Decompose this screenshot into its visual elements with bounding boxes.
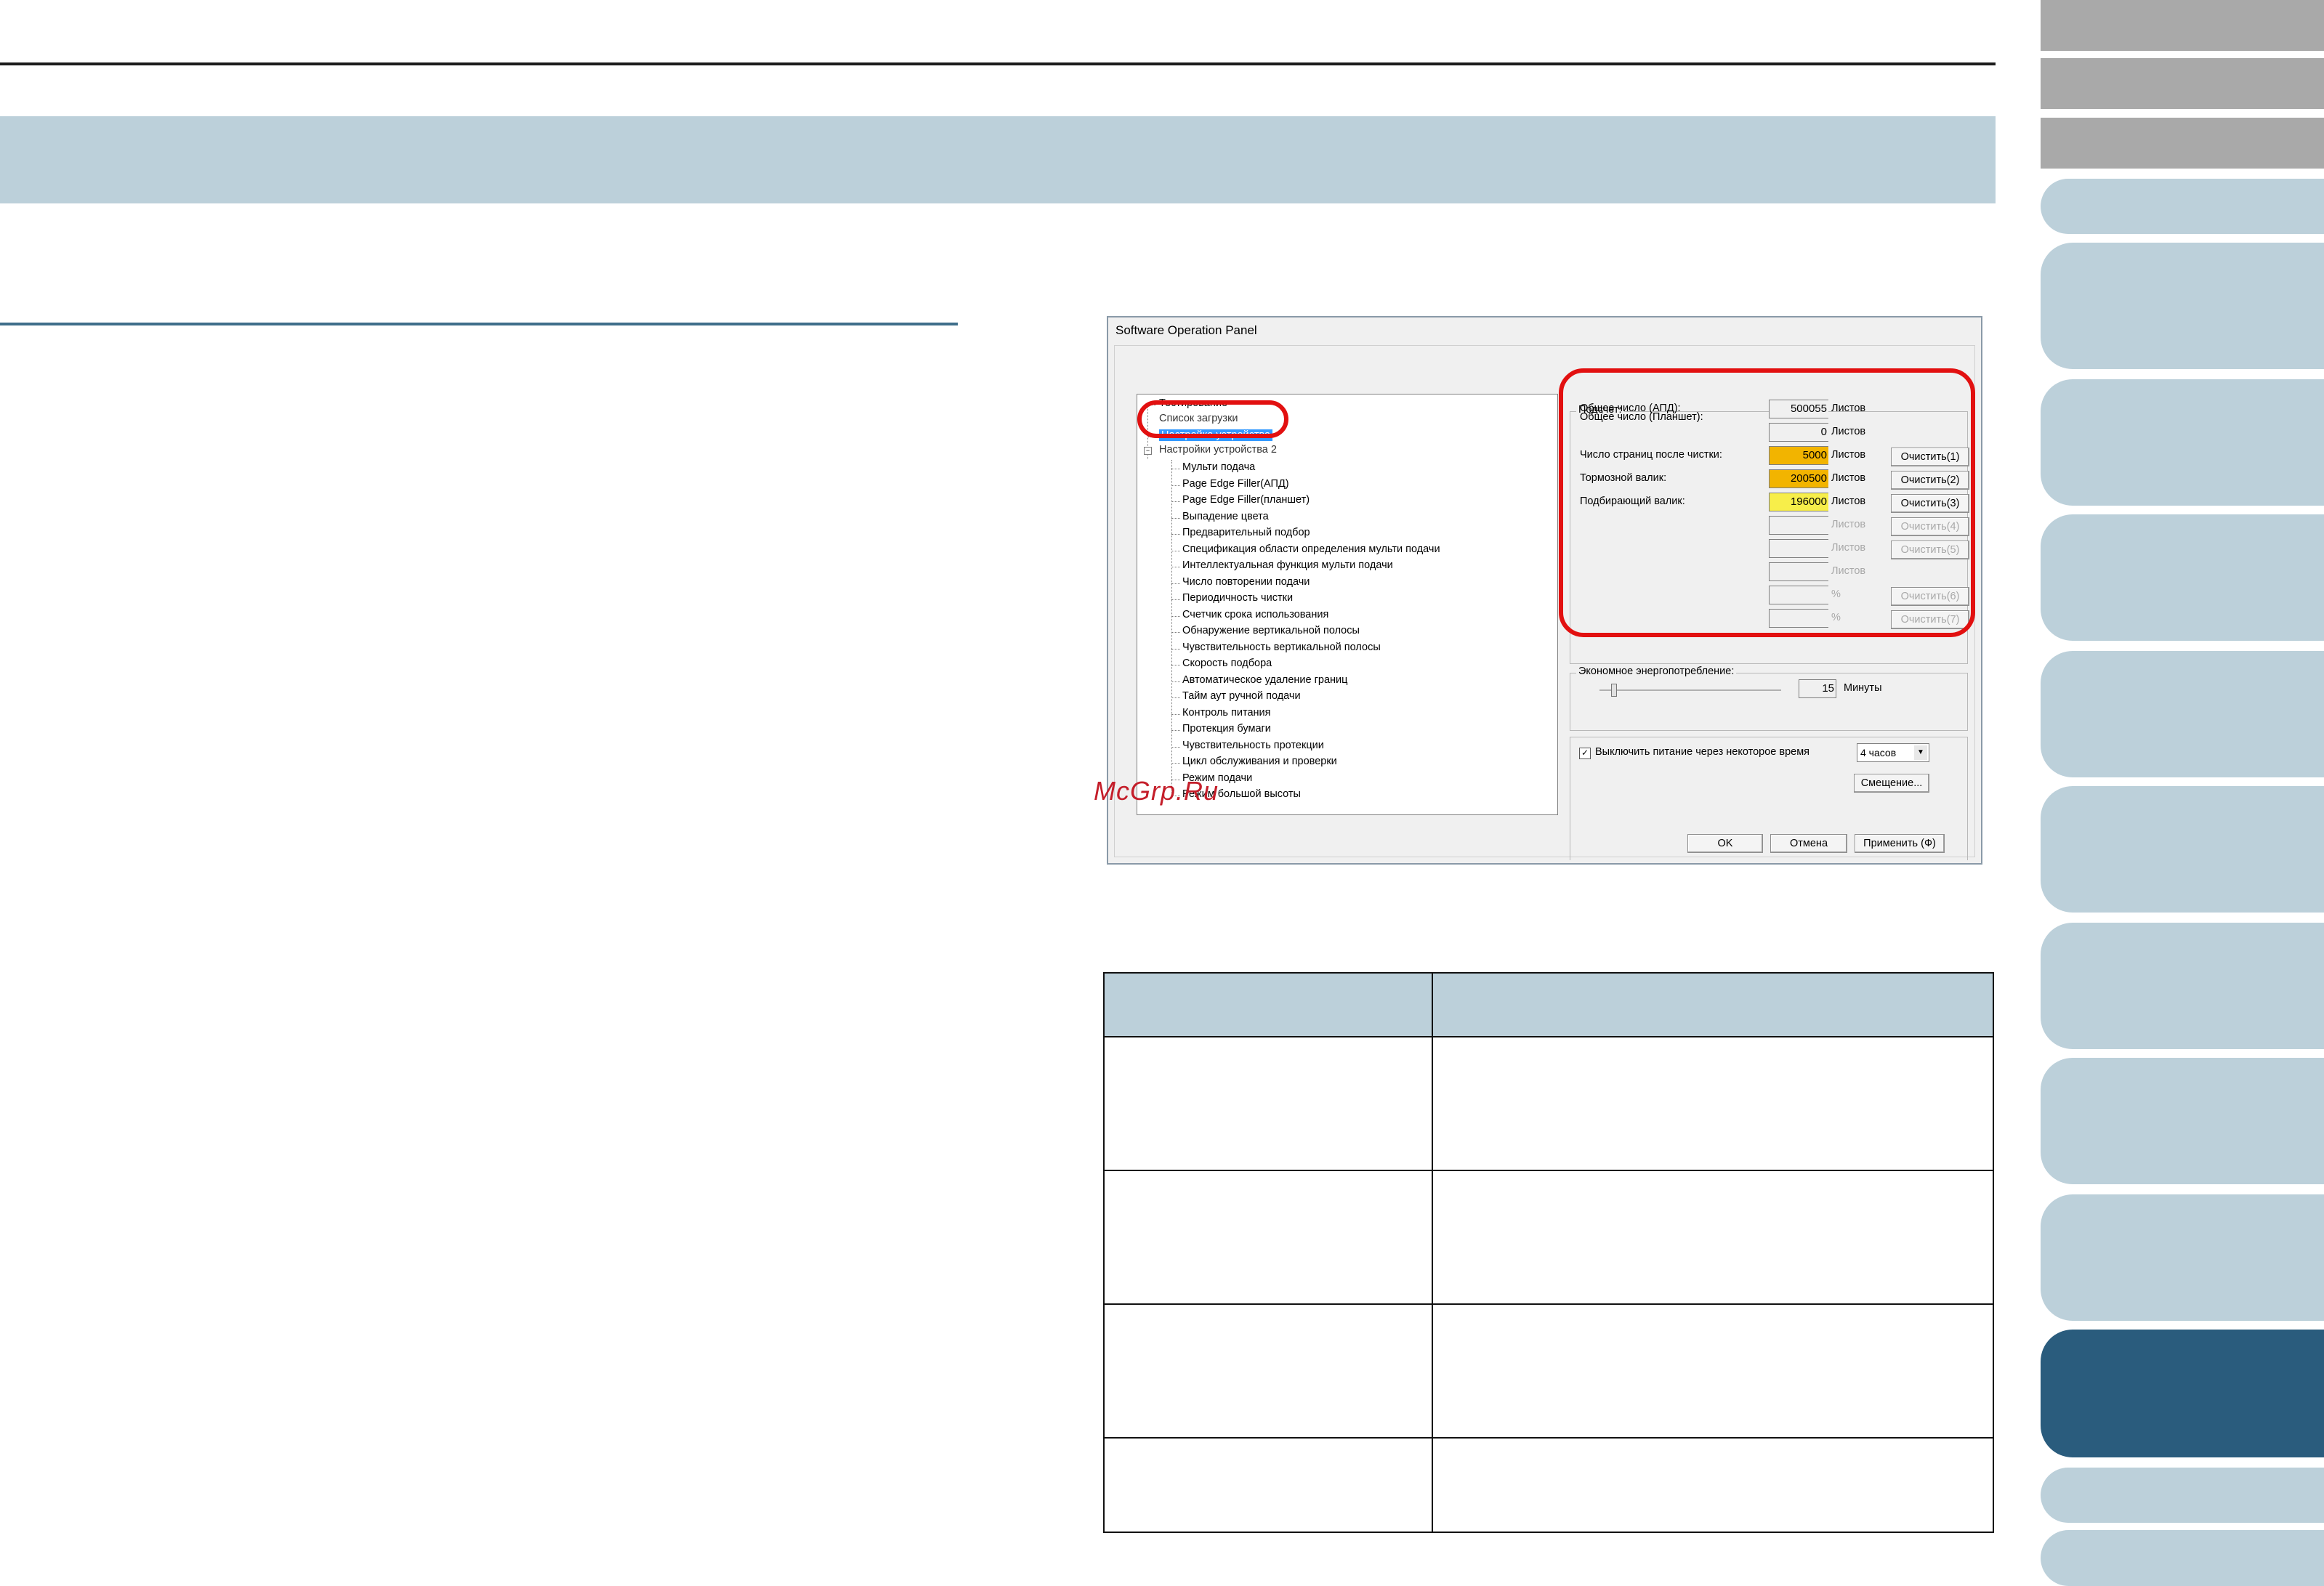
tree-subitem[interactable]: Автоматическое удаление границ — [1182, 674, 1347, 686]
section-rule — [0, 323, 958, 325]
auto-off-label: Выключить питание через некоторое время — [1595, 746, 1810, 758]
watermark: McGrp.Ru — [1094, 776, 1219, 806]
side-tab-4[interactable] — [2041, 179, 2324, 234]
tree-subitem[interactable]: Обнаружение вертикальной полосы — [1182, 625, 1360, 636]
power-slider-track — [1599, 689, 1781, 691]
tree-highlight-oval — [1137, 400, 1288, 438]
tree-subitem[interactable]: Интеллектуальная функция мульти подачи — [1182, 559, 1393, 571]
side-tab-13[interactable] — [2041, 1468, 2324, 1523]
apply-button[interactable]: Применить (Ф) — [1855, 834, 1945, 853]
offset-button[interactable]: Смещение... — [1854, 774, 1929, 793]
top-rule — [0, 62, 1996, 65]
tree-subitem[interactable]: Чувствительность вертикальной полосы — [1182, 642, 1381, 653]
side-tab-11[interactable] — [2041, 1058, 2324, 1184]
settings-tree[interactable]: Тестирование Список загрузки Настройка у… — [1137, 394, 1558, 815]
side-tab-12[interactable] — [2041, 1194, 2324, 1321]
auto-off-checkbox[interactable]: ✓ — [1579, 748, 1591, 759]
side-tab-10[interactable] — [2041, 923, 2324, 1049]
tree-subitem[interactable]: Счетчик срока использования — [1182, 609, 1328, 620]
side-tab-3[interactable] — [2041, 118, 2324, 169]
tree-item-partial-2[interactable]: Настройки устройства 2 — [1159, 444, 1277, 456]
power-minutes-field[interactable]: 15 — [1799, 679, 1836, 698]
power-groupbox: Экономное энергопотребление: 15 Минуты — [1570, 665, 1968, 731]
table-column-divider — [1432, 974, 1433, 1532]
table-row — [1105, 1036, 1993, 1170]
side-tab-9[interactable] — [2041, 786, 2324, 913]
table-row — [1105, 1437, 1993, 1532]
side-tab-6[interactable] — [2041, 379, 2324, 506]
side-tab-7[interactable] — [2041, 514, 2324, 641]
tree-subitem[interactable]: Контроль питания — [1182, 707, 1270, 719]
tree-subitem[interactable]: Спецификация области определения мульти … — [1182, 543, 1440, 555]
tree-subitem[interactable]: Мульти подача — [1182, 461, 1255, 473]
tree-subitem[interactable]: Чувствительность протекции — [1182, 740, 1324, 751]
table-row — [1105, 1170, 1993, 1303]
tree-subitem[interactable]: Выпадение цвета — [1182, 511, 1269, 522]
tree-subitem[interactable]: Предварительный подбор — [1182, 527, 1310, 538]
tree-collapse-icon[interactable]: − — [1144, 447, 1152, 455]
window-title: Software Operation Panel — [1115, 323, 1257, 337]
tree-subitem[interactable]: Число повторении подачи — [1182, 576, 1310, 588]
tree-subitem[interactable]: Цикл обслуживания и проверки — [1182, 756, 1337, 767]
cancel-button[interactable]: Отмена — [1770, 834, 1847, 853]
info-table — [1103, 972, 1994, 1533]
software-operation-panel-window: Software Operation Panel Тестирование Сп… — [1107, 316, 1982, 865]
table-header — [1105, 974, 1993, 1036]
tree-subitem[interactable]: Скорость подбора — [1182, 658, 1272, 669]
power-slider-thumb[interactable] — [1611, 684, 1617, 697]
auto-off-select[interactable]: 4 часов ▼ — [1857, 743, 1929, 762]
header-band — [0, 116, 1996, 203]
table-row — [1105, 1303, 1993, 1437]
counter-highlight-oval — [1559, 368, 1975, 637]
auto-off-select-value: 4 часов — [1860, 747, 1897, 758]
tree-subitem[interactable]: Протекция бумаги — [1182, 723, 1271, 735]
ok-button[interactable]: OK — [1687, 834, 1763, 853]
tree-subitem[interactable]: Page Edge Filler(планшет) — [1182, 494, 1310, 506]
chevron-down-icon[interactable]: ▼ — [1914, 745, 1927, 760]
side-tab-1[interactable] — [2041, 0, 2324, 51]
tree-subitem[interactable]: Тайм аут ручной подачи — [1182, 690, 1301, 702]
power-minutes-unit: Минуты — [1844, 682, 1882, 694]
tree-subitem[interactable]: Page Edge Filler(АПД) — [1182, 478, 1289, 490]
side-tab-5[interactable] — [2041, 243, 2324, 369]
side-tab-14[interactable] — [2041, 1530, 2324, 1586]
tree-subitem[interactable]: Периодичность чистки — [1182, 592, 1293, 604]
side-tab-active[interactable] — [2041, 1330, 2324, 1457]
side-tab-2[interactable] — [2041, 58, 2324, 109]
side-tab-8[interactable] — [2041, 651, 2324, 777]
power-group-label: Экономное энергопотребление: — [1576, 665, 1737, 677]
